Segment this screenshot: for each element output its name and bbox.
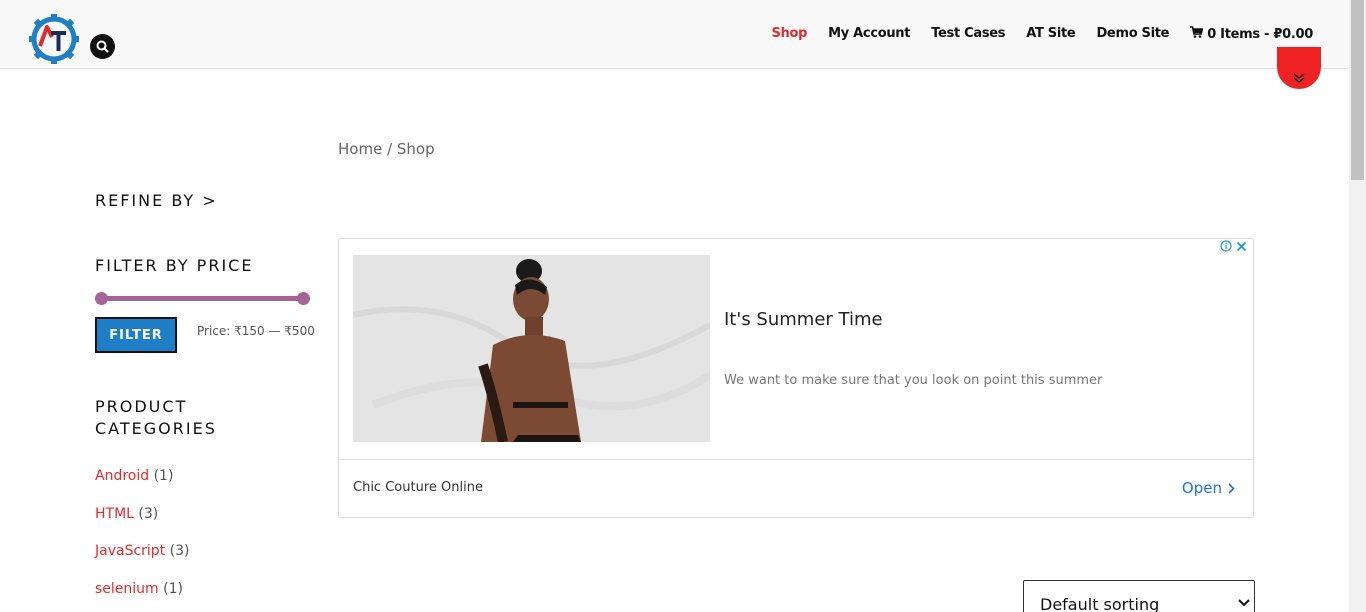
price-slider-max-handle[interactable] <box>297 292 310 305</box>
category-link-selenium[interactable]: selenium <box>95 581 159 597</box>
chevron-right-icon <box>1228 482 1235 494</box>
scroll-toggle-button[interactable] <box>1277 47 1321 89</box>
ad-open-label: Open <box>1181 479 1222 497</box>
list-item: Android (1) <box>95 466 189 504</box>
ad-advertiser[interactable]: Chic Couture Online <box>353 480 483 495</box>
category-link-android[interactable]: Android <box>95 468 149 484</box>
category-count: (3) <box>169 543 190 559</box>
category-count: (3) <box>138 505 159 522</box>
page-scrollbar[interactable] <box>1349 0 1366 612</box>
sort-selected-value: Default sorting <box>1040 595 1160 612</box>
breadcrumb[interactable]: Home / Shop <box>338 140 435 158</box>
advertisement-card[interactable]: It's Summer Time We want to make sure th… <box>338 238 1254 518</box>
nav-my-account[interactable]: My Account <box>828 26 910 42</box>
close-icon <box>1236 241 1247 251</box>
site-logo[interactable] <box>28 13 80 65</box>
double-chevron-down-icon <box>1293 73 1305 83</box>
site-header: Shop My Account Test Cases AT Site Demo … <box>0 0 1349 69</box>
product-categories-heading: PRODUCT CATEGORIES <box>95 397 217 438</box>
price-range-label: Price: ₹150 — ₹500 <box>197 324 315 338</box>
list-item: HTML (3) <box>95 504 189 542</box>
ad-headline[interactable]: It's Summer Time <box>724 309 883 330</box>
scrollbar-thumb[interactable] <box>1351 0 1364 180</box>
ad-choices[interactable] <box>1220 240 1247 252</box>
filter-button[interactable]: FILTER <box>95 317 177 353</box>
category-list: Android (1) HTML (3) JavaScript (3) sele… <box>95 466 189 612</box>
list-item: JavaScript (3) <box>95 541 189 579</box>
info-icon <box>1220 240 1232 252</box>
nav-shop[interactable]: Shop <box>771 26 807 42</box>
filter-by-price-heading: FILTER BY PRICE <box>95 256 254 275</box>
price-slider-min-handle[interactable] <box>95 292 108 305</box>
nav-at-site[interactable]: AT Site <box>1026 26 1076 42</box>
main-nav: Shop My Account Test Cases AT Site Demo … <box>750 26 1313 42</box>
cart-summary: 0 Items - ₽0.00 <box>1207 27 1313 42</box>
cart-icon <box>1190 26 1204 38</box>
chevron-down-icon <box>1238 599 1250 607</box>
ad-image[interactable] <box>353 255 710 442</box>
search-button[interactable] <box>90 34 115 59</box>
price-slider[interactable] <box>95 292 310 305</box>
refine-by-heading[interactable]: REFINE BY > <box>95 190 218 212</box>
ad-open-button[interactable]: Open <box>1182 479 1235 497</box>
category-link-html[interactable]: HTML <box>95 506 134 522</box>
category-count: (1) <box>163 580 183 597</box>
ad-description: We want to make sure that you look on po… <box>724 373 1103 388</box>
ad-divider <box>339 459 1253 460</box>
sort-select[interactable]: Default sorting <box>1023 580 1255 612</box>
category-count: (1) <box>153 468 174 484</box>
category-link-javascript[interactable]: JavaScript <box>95 543 165 559</box>
search-icon <box>96 40 109 53</box>
cart-link[interactable]: 0 Items - ₽0.00 <box>1190 26 1313 42</box>
nav-demo-site[interactable]: Demo Site <box>1096 26 1169 42</box>
nav-test-cases[interactable]: Test Cases <box>931 26 1005 42</box>
list-item: selenium (1) <box>95 579 189 612</box>
price-slider-track[interactable] <box>101 296 303 301</box>
